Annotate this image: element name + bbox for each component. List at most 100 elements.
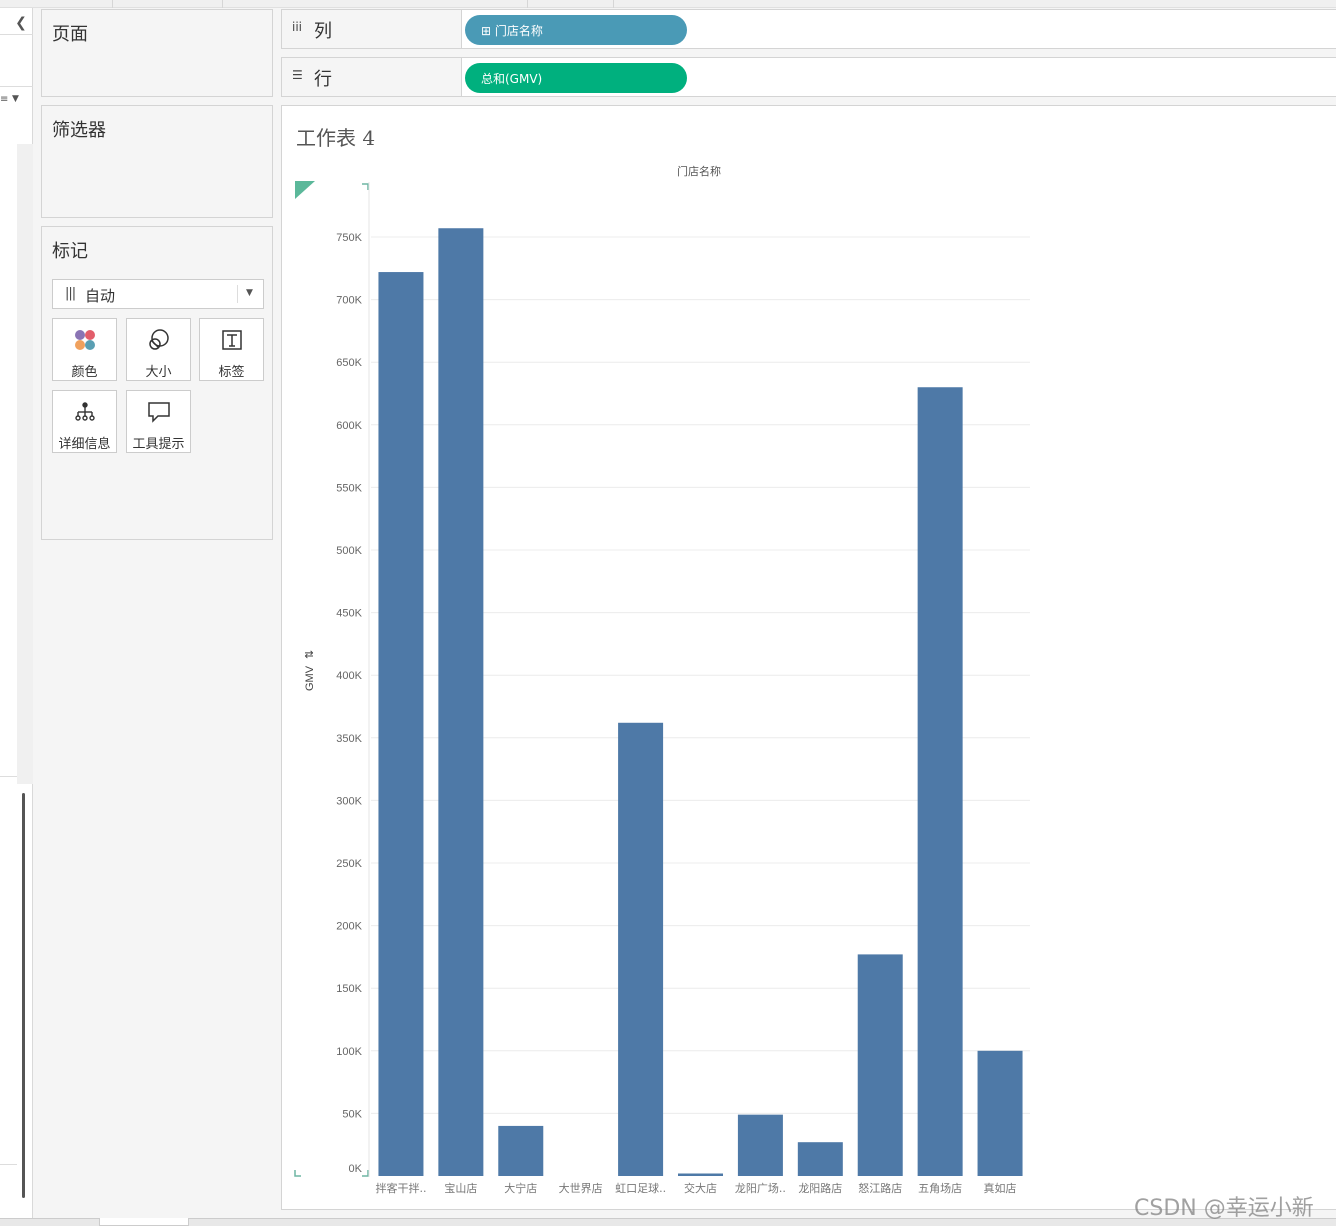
y-tick-label: 350K xyxy=(336,733,362,745)
bar-chart-icon: ||| xyxy=(65,286,76,301)
sum-gmv-pill-label: 总和(GMV) xyxy=(481,72,543,86)
columns-shelf-label: 列 xyxy=(314,21,332,42)
chart-corner-marker xyxy=(362,1170,369,1177)
text-label-icon xyxy=(200,327,263,353)
filters-title: 筛选器 xyxy=(52,120,106,141)
y-tick-label: 400K xyxy=(336,670,362,682)
size-label: 大小 xyxy=(145,365,172,380)
bar-chart: 0K 50K 100K 150K 200K 250K 300K 350K 400K 450K 500… xyxy=(294,164,1030,1195)
pane-gutter xyxy=(17,144,33,784)
x-tick-label: 真如店 xyxy=(984,1181,1017,1195)
y-tick-label: 650K xyxy=(336,357,362,369)
marks-card: 标记 ||| 自动 ▼ 颜色 大小 标签 详细信息 工具提示 xyxy=(41,226,273,540)
detail-tree-icon xyxy=(53,399,116,425)
rows-shelf[interactable]: ☰ 行 总和(GMV) xyxy=(281,57,1336,97)
bar[interactable] xyxy=(438,228,484,1177)
x-tick-label: 大宁店 xyxy=(504,1181,537,1195)
data-pane-collapsed: ❮ ≡ ▼ xyxy=(0,8,33,1218)
x-tick-label: 拌客干拌.. xyxy=(375,1181,426,1195)
tab-divider xyxy=(613,0,614,8)
sort-icon[interactable]: ⇅ xyxy=(303,650,316,659)
caret-down-icon: ▼ xyxy=(246,288,253,298)
chevron-left-icon[interactable]: ❮ xyxy=(12,12,30,34)
divider xyxy=(0,86,33,87)
bar[interactable] xyxy=(797,1142,843,1176)
rows-shelf-label: 行 xyxy=(314,69,332,90)
chart-corner-marker xyxy=(295,181,315,199)
x-tick-label: 交大店 xyxy=(684,1181,717,1195)
bar[interactable] xyxy=(378,272,424,1176)
top-tab-strip xyxy=(0,0,1336,8)
bar-layer xyxy=(378,228,1023,1177)
y-tick-label: 300K xyxy=(336,795,362,807)
columns-shelf[interactable]: iii 列 ⊞ 门店名称 xyxy=(281,9,1336,49)
columns-shelf-header: iii 列 xyxy=(282,10,462,48)
chart-corner-marker xyxy=(294,1170,301,1177)
y-tick-layer: 0K 50K 100K 150K 200K 250K 300K 350K 400K 450K 500… xyxy=(336,232,362,1175)
bar[interactable] xyxy=(977,1050,1023,1176)
divider xyxy=(237,285,238,303)
size-button[interactable]: 大小 xyxy=(126,318,191,381)
x-tick-layer: 拌客干拌.. 宝山店 大宁店 大世界店 虹口足球.. 交大店 龙阳广场.. 龙阳路店 怒江路店 五… xyxy=(375,1181,1016,1195)
store-name-pill[interactable]: ⊞ 门店名称 xyxy=(465,15,687,45)
tab-divider xyxy=(527,0,528,8)
y-tick-label: 750K xyxy=(336,232,362,244)
size-circles-icon xyxy=(127,327,190,353)
tooltip-button[interactable]: 工具提示 xyxy=(126,390,191,453)
y-tick-label: 0K xyxy=(349,1163,363,1175)
rows-icon: ☰ xyxy=(292,68,303,82)
color-button[interactable]: 颜色 xyxy=(52,318,117,381)
y-tick-label: 250K xyxy=(336,858,362,870)
tooltip-bubble-icon xyxy=(127,399,190,425)
worksheet-view: 工作表 4 0K 50K 100K 150K 200K 250K 300K 350K 400K 4… xyxy=(281,105,1336,1210)
y-tick-label: 200K xyxy=(336,921,362,933)
tab-divider xyxy=(112,0,113,8)
pages-card[interactable]: 页面 xyxy=(41,9,273,97)
mark-type-dropdown[interactable]: ||| 自动 ▼ xyxy=(52,279,264,309)
y-tick-label: 100K xyxy=(336,1046,362,1058)
x-tick-label: 虹口足球.. xyxy=(615,1181,666,1195)
mark-type-label: 自动 xyxy=(85,287,116,305)
bar[interactable] xyxy=(618,722,664,1176)
color-label: 颜色 xyxy=(71,365,98,380)
tooltip-label: 工具提示 xyxy=(132,437,185,452)
chart-header-title: 门店名称 xyxy=(677,164,721,178)
x-tick-label: 五角场店 xyxy=(918,1181,962,1195)
bar[interactable] xyxy=(678,1173,723,1176)
sum-gmv-pill[interactable]: 总和(GMV) xyxy=(465,63,687,93)
marks-title: 标记 xyxy=(52,241,88,262)
list-menu-icon[interactable]: ≡ xyxy=(0,94,8,105)
x-tick-label: 怒江路店 xyxy=(858,1181,902,1195)
rows-shelf-header: ☰ 行 xyxy=(282,58,462,96)
vertical-scrollbar[interactable] xyxy=(22,793,25,1198)
caret-down-icon[interactable]: ▼ xyxy=(12,94,19,104)
y-tick-label: 50K xyxy=(342,1108,362,1120)
label-label: 标签 xyxy=(218,365,245,380)
y-tick-label: 550K xyxy=(336,482,362,494)
chart-corner-marker xyxy=(362,183,369,190)
pages-title: 页面 xyxy=(52,24,88,45)
y-tick-label: 500K xyxy=(336,545,362,557)
x-tick-label: 龙阳路店 xyxy=(798,1181,842,1195)
bar[interactable] xyxy=(857,954,903,1176)
store-name-pill-label: ⊞ 门店名称 xyxy=(481,24,543,38)
detail-button[interactable]: 详细信息 xyxy=(52,390,117,453)
detail-label: 详细信息 xyxy=(58,437,111,452)
active-sheet-tab[interactable] xyxy=(99,1218,189,1226)
bar[interactable] xyxy=(917,387,963,1176)
y-tick-label: 600K xyxy=(336,420,362,432)
divider xyxy=(0,34,33,35)
y-tick-label: 450K xyxy=(336,608,362,620)
tab-divider xyxy=(222,0,223,8)
watermark: CSDN @幸运小新 xyxy=(1134,1196,1314,1221)
x-tick-label: 宝山店 xyxy=(444,1181,477,1195)
bar[interactable] xyxy=(498,1125,544,1176)
bar[interactable] xyxy=(737,1114,783,1176)
divider xyxy=(0,776,17,777)
y-axis-label: GMV xyxy=(304,665,316,691)
color-dots-icon xyxy=(53,327,116,353)
filters-card[interactable]: 筛选器 xyxy=(41,105,273,218)
label-button[interactable]: 标签 xyxy=(199,318,264,381)
y-tick-label: 700K xyxy=(336,295,362,307)
y-tick-label: 150K xyxy=(336,983,362,995)
